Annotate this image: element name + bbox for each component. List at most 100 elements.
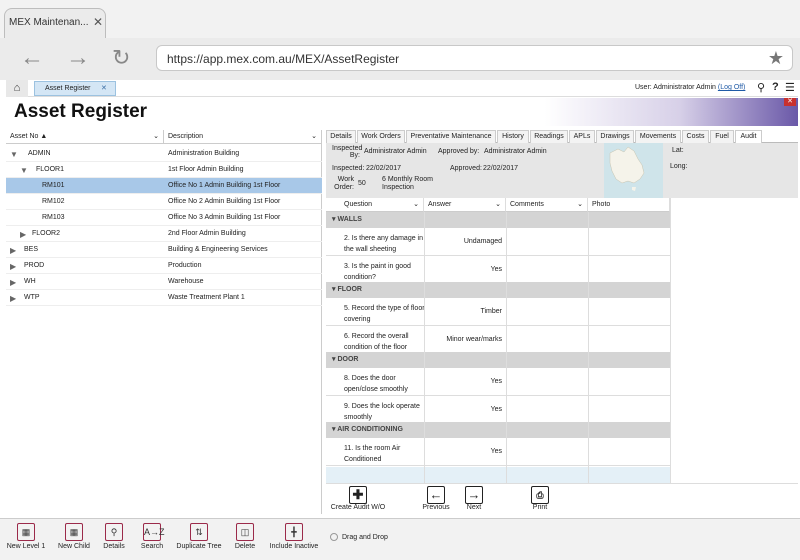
button-label: Delete: [234, 543, 256, 550]
expanded-icon[interactable]: ▼: [20, 166, 28, 175]
chevron-down-icon[interactable]: ⌄: [153, 130, 159, 144]
tree-row[interactable]: ▶ FLOOR2 2nd Floor Admin Building: [6, 226, 322, 242]
print-button[interactable]: ⎙ Print: [528, 486, 552, 511]
tab-readings[interactable]: Readings: [530, 130, 568, 143]
answer-value[interactable]: Yes: [424, 266, 502, 273]
location-map[interactable]: [604, 143, 663, 198]
tree-row[interactable]: ▶ WTP Waste Treatment Plant 1: [6, 290, 322, 306]
audit-row[interactable]: 9. Does the lock operate smoothly Yes: [326, 396, 670, 424]
breadcrumb-close-icon[interactable]: ✕: [101, 82, 107, 95]
section-header[interactable]: ▾ AIR CONDITIONING: [326, 422, 670, 438]
tab-drawings[interactable]: Drawings: [596, 130, 634, 143]
tab-details[interactable]: Details: [326, 130, 356, 143]
details-button[interactable]: ⚲ Details: [100, 523, 128, 550]
collapsed-icon[interactable]: ▶: [10, 262, 16, 271]
logoff-link[interactable]: (Log Off): [718, 84, 746, 91]
menu-icon[interactable]: ☰: [785, 81, 795, 94]
section-header[interactable]: ▾ FLOOR: [326, 282, 670, 298]
search-button[interactable]: A→Z Search: [138, 523, 166, 550]
arrow-right-icon: →: [465, 486, 483, 504]
audit-row[interactable]: 3. Is the paint in good condition? Yes: [326, 256, 670, 284]
button-label: New Level 1: [6, 543, 46, 550]
column-header-comments[interactable]: Comments ⌄: [506, 198, 588, 212]
column-header-photo[interactable]: Photo: [588, 198, 670, 212]
help-icon[interactable]: ?: [772, 81, 779, 93]
search-icon[interactable]: ⚲: [757, 81, 765, 94]
new-child-button[interactable]: ▦ New Child: [54, 523, 94, 550]
asset-description: Waste Treatment Plant 1: [168, 294, 245, 301]
duplicate-tree-button[interactable]: ⇅ Duplicate Tree: [174, 523, 224, 550]
audit-row-empty[interactable]: [326, 467, 670, 483]
tree-row[interactable]: ▶ PROD Production: [6, 258, 322, 274]
answer-value[interactable]: Yes: [424, 448, 502, 455]
button-label: Include Inactive: [269, 543, 319, 550]
forward-icon[interactable]: →: [66, 44, 90, 72]
chevron-down-icon[interactable]: ⌄: [311, 130, 317, 144]
button-label: Create Audit W/O: [330, 504, 386, 511]
delete-button[interactable]: ◫ Delete: [232, 523, 258, 550]
column-header-asset[interactable]: Asset No ▲ ⌄: [6, 130, 164, 144]
collapsed-icon[interactable]: ▶: [20, 230, 26, 239]
tree-row-selected[interactable]: RM101 Office No 1 Admin Building 1st Flo…: [6, 178, 322, 194]
audit-row[interactable]: 5. Record the type of floor covering Tim…: [326, 298, 670, 326]
tab-movements[interactable]: Movements: [635, 130, 681, 143]
next-button[interactable]: → Next: [462, 486, 486, 511]
tab-audit[interactable]: Audit: [735, 130, 762, 143]
asset-no: PROD: [24, 262, 45, 269]
answer-value[interactable]: Yes: [424, 406, 502, 413]
reload-icon[interactable]: ↻: [112, 44, 130, 72]
bottom-toolbar: ▦ New Level 1 ▦ New Child ⚲ Details A→Z …: [0, 518, 800, 560]
tree-row[interactable]: ▼ ADMIN Administration Building: [6, 146, 322, 162]
previous-button[interactable]: ← Previous: [422, 486, 450, 511]
audit-row[interactable]: 8. Does the door open/close smoothly Yes: [326, 368, 670, 396]
section-header[interactable]: ▾ DOOR: [326, 352, 670, 368]
collapsed-icon[interactable]: ▶: [10, 246, 16, 255]
address-bar[interactable]: https://app.mex.com.au/MEX/AssetRegister…: [156, 45, 793, 71]
audit-row[interactable]: 6. Record the overall condition of the f…: [326, 326, 670, 354]
drag-drop-toggle[interactable]: Drag and Drop: [330, 533, 388, 541]
column-header-question[interactable]: Question ⌄: [326, 198, 424, 212]
back-icon[interactable]: ←: [20, 44, 44, 72]
tab-work-orders[interactable]: Work Orders: [357, 130, 405, 143]
answer-value[interactable]: Minor wear/marks: [424, 336, 502, 343]
audit-row[interactable]: 2. Is there any damage in the wall sheet…: [326, 228, 670, 256]
new-child-icon: ▦: [65, 523, 83, 541]
expanded-icon[interactable]: ▼: [10, 150, 18, 159]
create-audit-wo-button[interactable]: ✚ Create Audit W/O: [330, 486, 386, 511]
asset-no: RM103: [42, 214, 65, 221]
work-order-number[interactable]: 50: [358, 180, 366, 187]
tree-row[interactable]: ▶ BES Building & Engineering Services: [6, 242, 322, 258]
tab-preventative-maintenance[interactable]: Preventative Maintenance: [406, 130, 496, 143]
answer-value[interactable]: Timber: [424, 308, 502, 315]
home-icon[interactable]: ⌂: [6, 80, 28, 97]
close-icon[interactable]: ✕: [784, 98, 796, 106]
breadcrumb[interactable]: Asset Register ✕: [34, 81, 116, 96]
collapsed-icon[interactable]: ▶: [10, 294, 16, 303]
chevron-down-icon[interactable]: ⌄: [495, 198, 501, 212]
chevron-down-icon[interactable]: ⌄: [413, 198, 419, 212]
audit-row[interactable]: 11. Is the room Air Conditioned Yes: [326, 438, 670, 466]
answer-value[interactable]: Yes: [424, 378, 502, 385]
tab-history[interactable]: History: [497, 130, 529, 143]
asset-description: Building & Engineering Services: [168, 246, 268, 253]
collapsed-icon[interactable]: ▶: [10, 278, 16, 287]
tab-costs[interactable]: Costs: [682, 130, 709, 143]
tree-row[interactable]: RM103 Office No 3 Admin Building 1st Flo…: [6, 210, 322, 226]
breadcrumb-label: Asset Register: [45, 85, 91, 92]
new-level1-button[interactable]: ▦ New Level 1: [6, 523, 46, 550]
column-header-answer[interactable]: Answer ⌄: [424, 198, 506, 212]
tree-row[interactable]: RM102 Office No 2 Admin Building 1st Flo…: [6, 194, 322, 210]
answer-value[interactable]: Undamaged: [424, 238, 502, 245]
tab-close-icon[interactable]: ✕: [93, 15, 103, 29]
tree-row[interactable]: ▶ WH Warehouse: [6, 274, 322, 290]
section-header[interactable]: ▾ WALLS: [326, 212, 670, 228]
chevron-down-icon[interactable]: ⌄: [577, 198, 583, 212]
star-icon[interactable]: ★: [768, 48, 784, 69]
column-header-description[interactable]: Description ⌄: [164, 130, 322, 144]
tab-apls[interactable]: APLs: [569, 130, 595, 143]
include-inactive-button[interactable]: ╋ Include Inactive: [268, 523, 320, 550]
radio-icon[interactable]: [330, 533, 338, 541]
tree-row[interactable]: ▼ FLOOR1 1st Floor Admin Building: [6, 162, 322, 178]
tab-fuel[interactable]: Fuel: [710, 130, 734, 143]
browser-tab[interactable]: MEX Maintenan... ✕: [4, 8, 106, 38]
